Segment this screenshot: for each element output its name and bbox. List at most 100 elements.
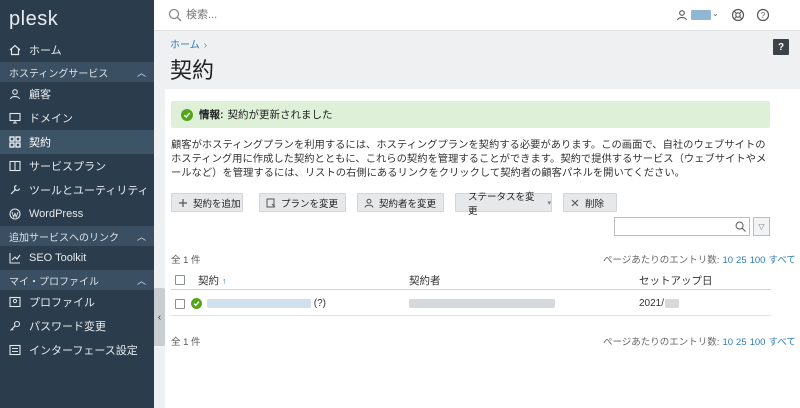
select-all-checkbox[interactable] — [175, 275, 185, 285]
user-icon[interactable] — [676, 9, 688, 21]
grid-icon — [9, 136, 21, 148]
sidebar-item-change-password[interactable]: パスワード変更 — [0, 314, 154, 338]
wordpress-icon — [9, 208, 21, 220]
search-input[interactable] — [186, 7, 386, 23]
info-message: 情報: 契約が更新されました — [171, 101, 770, 128]
sidebar-item-label: プロファイル — [29, 297, 95, 309]
sidebar-item-label: WordPress — [29, 208, 84, 220]
sidebar-item-seo-toolkit[interactable]: SEO Toolkit — [0, 246, 154, 270]
user-icon — [9, 88, 21, 100]
wrench-icon — [9, 184, 21, 196]
sidebar-section-links[interactable]: 追加サービスへのリンク ︿ — [0, 226, 154, 246]
sidebar: plesk ホーム ホスティングサービス ︿ 顧客 ドメイン 契約 サービスプラ… — [0, 0, 154, 408]
button-label: ステータスを変更 — [468, 191, 535, 217]
change-owner-button[interactable]: 契約者を変更 — [357, 193, 444, 212]
search-icon[interactable] — [735, 221, 746, 232]
chevron-left-icon: ‹ — [157, 311, 162, 323]
page-size-100[interactable]: 100 — [750, 337, 766, 348]
sidebar-item-profile[interactable]: プロファイル — [0, 290, 154, 314]
delete-button[interactable]: 削除 — [563, 193, 617, 212]
page-title: 契約 — [170, 58, 215, 83]
sidebar-item-wordpress[interactable]: WordPress — [0, 202, 154, 226]
section-label: 追加サービスへのリンク — [9, 232, 119, 244]
page-help-button[interactable]: ? — [773, 39, 789, 55]
owner-name-redacted[interactable] — [409, 298, 555, 308]
pager-label: ページあたりのエントリ数: — [603, 337, 720, 348]
page-size-25[interactable]: 25 — [736, 255, 747, 266]
sidebar-collapse-handle[interactable]: ‹ — [154, 288, 165, 346]
sidebar-item-service-plans[interactable]: サービスプラン — [0, 154, 154, 178]
sidebar-item-label: ツールとユーティリティ — [29, 185, 149, 197]
setup-date-redacted — [665, 298, 680, 308]
change-plan-button[interactable]: プランを変更 — [259, 193, 346, 212]
page-size-selector-bottom: ページあたりのエントリ数: 10 25 100 すべて — [603, 334, 796, 348]
table-header: 契約 ↑ 契約者 セットアップ日 — [171, 270, 771, 290]
page-size-10[interactable]: 10 — [722, 337, 733, 348]
list-search-input[interactable] — [614, 217, 750, 236]
check-circle-icon — [181, 108, 193, 121]
page-description: 顧客がホスティングプランを利用するには、ホスティングプランを契約する必要がありま… — [171, 140, 767, 179]
breadcrumb-home-link[interactable]: ホーム — [170, 40, 200, 51]
sidebar-item-domains[interactable]: ドメイン — [0, 106, 154, 130]
content-area: ホーム › 契約 ? 情報: 契約が更新されました 顧客がホスティングプランを利用… — [165, 31, 800, 408]
page-size-100[interactable]: 100 — [750, 255, 766, 266]
monitor-icon — [9, 112, 21, 124]
top-bar: ⌄ ? — [154, 0, 800, 31]
status-active-icon — [191, 298, 202, 309]
sort-asc-icon: ↑ — [222, 276, 227, 286]
help-icon[interactable]: ? — [756, 8, 770, 22]
breadcrumb-separator: › — [203, 40, 208, 51]
profile-icon — [9, 296, 21, 308]
sidebar-item-label: 顧客 — [29, 89, 51, 101]
column-setup-date[interactable]: セットアップ日 — [639, 273, 713, 288]
column-label: 契約 — [198, 275, 219, 287]
chevron-down-icon: ▾ — [547, 199, 551, 207]
filter-toggle-button[interactable]: ▽ — [753, 217, 770, 236]
sidebar-item-customers[interactable]: 顧客 — [0, 82, 154, 106]
sidebar-item-interface-settings[interactable]: インターフェース設定 — [0, 338, 154, 362]
add-subscription-button[interactable]: 契約を追加 — [171, 193, 243, 212]
chevron-down-icon: ▽ — [758, 222, 765, 231]
pager-label: ページあたりのエントリ数: — [603, 255, 720, 266]
subscription-cell[interactable]: (?) — [207, 298, 326, 309]
message-label: 情報: — [199, 109, 224, 121]
page-size-25[interactable]: 25 — [736, 337, 747, 348]
sidebar-section-hosting[interactable]: ホスティングサービス ︿ — [0, 62, 154, 82]
change-status-dropdown[interactable]: ステータスを変更 ▾ — [455, 192, 552, 217]
message-text: 契約が更新されました — [227, 109, 333, 121]
button-label: 契約者を変更 — [379, 198, 437, 210]
user-icon — [364, 198, 374, 208]
chevron-up-icon: ︿ — [136, 275, 146, 286]
chevron-down-icon[interactable]: ⌄ — [712, 9, 719, 18]
owner-cell[interactable] — [409, 298, 555, 309]
sidebar-section-profile[interactable]: マイ・プロファイル ︿ — [0, 270, 154, 290]
column-owner[interactable]: 契約者 — [409, 273, 441, 288]
row-checkbox[interactable] — [175, 299, 185, 309]
table-row: (?) 2021/ — [171, 292, 771, 316]
page-size-all[interactable]: すべて — [768, 337, 795, 348]
change-plan-icon — [266, 198, 276, 208]
items-count: 全 1 件 — [171, 255, 201, 266]
settings-list-icon — [9, 344, 21, 356]
search-icon — [168, 8, 182, 22]
sidebar-item-label: サービスプラン — [29, 161, 106, 173]
sidebar-item-subscriptions[interactable]: 契約 — [0, 130, 154, 154]
sidebar-item-tools[interactable]: ツールとユーティリティ — [0, 178, 154, 202]
sidebar-item-label: パスワード変更 — [29, 321, 106, 333]
chart-icon — [9, 252, 21, 264]
subscription-name-redacted[interactable] — [207, 298, 311, 308]
column-subscription[interactable]: 契約 ↑ — [198, 273, 227, 288]
key-icon — [9, 320, 21, 332]
button-label: 契約を追加 — [193, 198, 241, 210]
page-size-10[interactable]: 10 — [722, 255, 733, 266]
chevron-up-icon: ︿ — [136, 67, 146, 78]
support-icon[interactable] — [731, 8, 745, 22]
button-label: 削除 — [585, 198, 605, 210]
page-size-all[interactable]: すべて — [768, 255, 795, 266]
plesk-logo[interactable]: plesk — [0, 0, 154, 38]
section-label: マイ・プロファイル — [9, 276, 99, 288]
sidebar-item-label: 契約 — [29, 137, 51, 149]
book-icon — [9, 160, 21, 172]
user-name[interactable] — [691, 10, 711, 20]
sidebar-item-home[interactable]: ホーム — [0, 38, 154, 62]
